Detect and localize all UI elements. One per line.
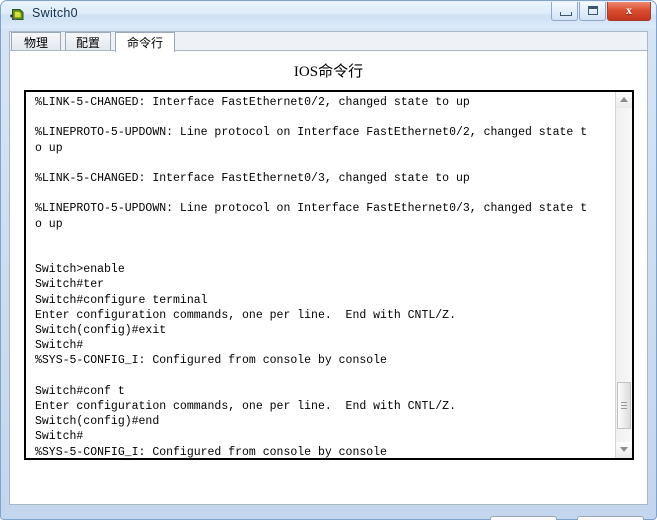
maximize-icon bbox=[588, 6, 598, 15]
terminal-scrollbar[interactable] bbox=[615, 92, 632, 458]
window-controls: x bbox=[550, 2, 651, 21]
close-icon: x bbox=[626, 3, 632, 17]
scroll-down-button[interactable] bbox=[616, 442, 632, 458]
terminal-text: %LINK-5-CHANGED: Interface FastEthernet0… bbox=[35, 96, 588, 459]
panel-title: IOS命令行 bbox=[293, 64, 364, 80]
minimize-button[interactable] bbox=[551, 2, 578, 21]
minimize-icon bbox=[560, 12, 572, 16]
terminal-output-area[interactable]: %LINK-5-CHANGED: Interface FastEthernet0… bbox=[24, 90, 634, 460]
window-frame: Switch0 x 物理 配置 命令行 IOS命令行 %LINK-5-CHANG… bbox=[0, 0, 657, 520]
switch-cli-window-screenshot: Switch0 x 物理 配置 命令行 IOS命令行 %LINK-5-CHANG… bbox=[0, 0, 657, 520]
close-button[interactable]: x bbox=[607, 2, 651, 21]
tab-strip: 物理 配置 命令行 bbox=[9, 31, 648, 52]
cli-panel: IOS命令行 %LINK-5-CHANGED: Interface FastEt… bbox=[9, 50, 648, 520]
scrollbar-thumb[interactable] bbox=[617, 382, 631, 429]
tab-config[interactable]: 配置 bbox=[65, 32, 111, 51]
copy-button[interactable]: 复制 bbox=[490, 516, 557, 520]
scroll-up-button[interactable] bbox=[616, 92, 632, 108]
paste-button[interactable]: 粘贴 bbox=[577, 516, 644, 520]
title-bar: Switch0 x bbox=[1, 1, 656, 28]
scroll-down-icon bbox=[620, 447, 628, 452]
scrollbar-grip-icon bbox=[621, 402, 627, 403]
window-title: Switch0 bbox=[32, 6, 78, 20]
maximize-button[interactable] bbox=[579, 2, 606, 21]
tab-cli[interactable]: 命令行 bbox=[115, 32, 175, 52]
scroll-up-icon bbox=[620, 97, 628, 102]
tab-physical[interactable]: 物理 bbox=[11, 32, 61, 51]
switch-device-icon bbox=[10, 7, 26, 23]
